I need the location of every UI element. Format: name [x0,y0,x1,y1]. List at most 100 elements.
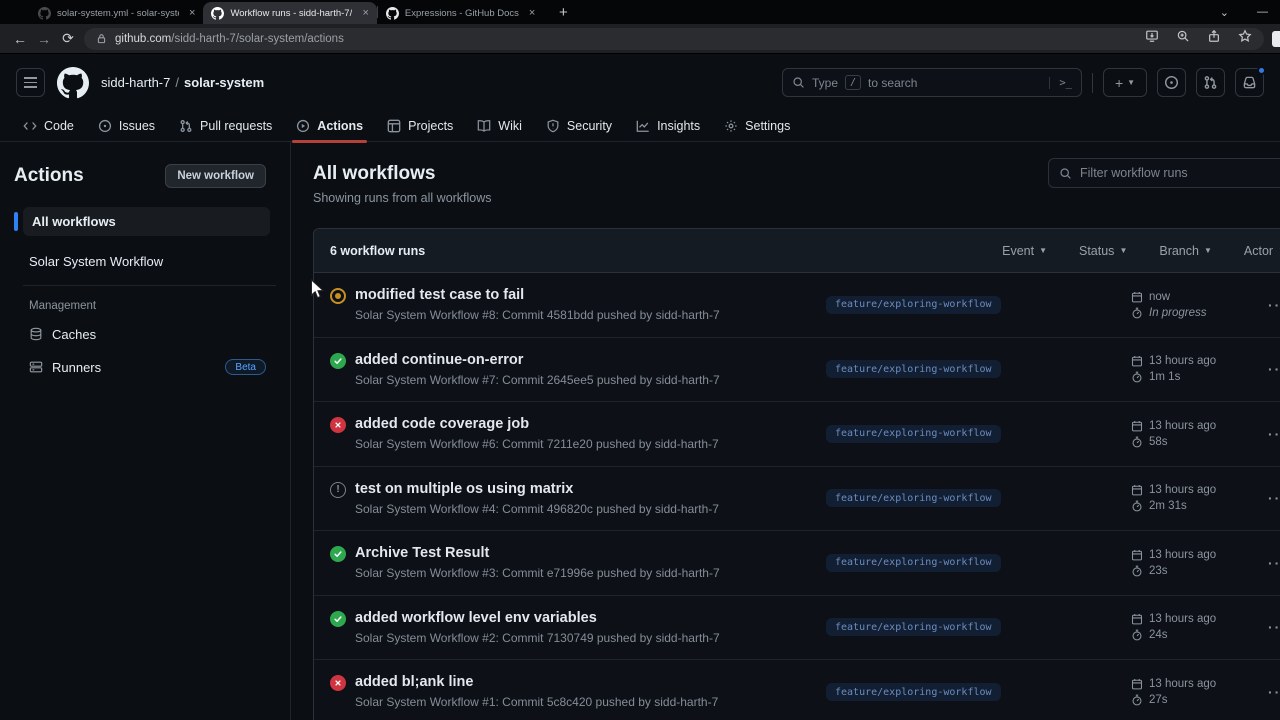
sidebar-item-caches[interactable]: Caches [29,323,266,345]
run-title-link[interactable]: added bl;ank line [355,673,718,692]
branch-badge[interactable]: feature/exploring-workflow [826,424,1001,443]
tab-close-icon[interactable]: × [362,7,368,19]
forward-button[interactable]: → [32,31,56,47]
repo-tab-actions[interactable]: Actions [287,110,372,143]
repo-tab-insights[interactable]: Insights [627,110,709,142]
repo-tab-issues[interactable]: Issues [89,110,164,142]
run-meta: Solar System Workflow #3: Commit e71996e… [355,566,720,580]
window-minimize-button[interactable]: — [1257,6,1268,19]
kebab-menu-icon[interactable]: ··· [1268,426,1280,442]
install-app-icon[interactable] [1145,29,1159,48]
stopwatch-icon [1132,307,1142,319]
repo-tab-wiki[interactable]: Wiki [468,110,531,142]
runs-count: 6 workflow runs [330,243,426,258]
create-new-button[interactable]: + ▼ [1103,68,1147,97]
workflow-run-row[interactable]: added bl;ank line Solar System Workflow … [314,660,1280,720]
repo-tab-security[interactable]: Security [537,110,621,142]
workflow-run-row[interactable]: added code coverage job Solar System Wor… [314,402,1280,467]
filter-dropdown-branch[interactable]: Branch ▼ [1159,244,1212,258]
run-title-link[interactable]: added workflow level env variables [355,609,720,628]
workflow-run-row[interactable]: added continue-on-error Solar System Wor… [314,338,1280,402]
run-title-link[interactable]: added code coverage job [355,415,719,434]
run-duration: 24s [1149,629,1168,642]
branch-badge[interactable]: feature/exploring-workflow [826,295,1001,314]
filter-dropdown-status[interactable]: Status ▼ [1079,244,1127,258]
back-button[interactable]: ← [8,31,32,47]
tab-search-icon[interactable]: ⌄ [1220,6,1229,19]
sidebar-item-solar-system-workflow[interactable]: Solar System Workflow [29,254,270,269]
repo-tab-projects[interactable]: Projects [378,110,462,142]
repo-tab-code[interactable]: Code [14,110,83,142]
workflow-run-row[interactable]: added workflow level env variables Solar… [314,596,1280,660]
run-time: 13 hours ago [1149,484,1217,497]
wiki-icon [477,119,491,133]
share-icon[interactable] [1207,29,1221,48]
kebab-menu-icon[interactable]: ··· [1268,619,1280,635]
branch-badge[interactable]: feature/exploring-workflow [826,618,1001,637]
failure-x-icon [330,417,346,433]
pull-requests-dashboard-button[interactable] [1196,68,1225,97]
browser-tab-3[interactable]: Expressions - GitHub Docs × [378,2,543,24]
issues-icon [98,119,112,133]
bookmark-star-icon[interactable] [1238,29,1252,48]
kebab-menu-icon[interactable]: ··· [1268,297,1280,313]
run-title-link[interactable]: added continue-on-error [355,351,720,370]
run-title-link[interactable]: Archive Test Result [355,544,720,563]
kebab-menu-icon[interactable]: ··· [1268,555,1280,571]
breadcrumb-owner-link[interactable]: sidd-harth-7 [101,75,170,90]
github-favicon [38,6,51,20]
sidebar-item-runners[interactable]: Runners Beta [29,356,266,378]
kebab-menu-icon[interactable]: ··· [1268,684,1280,700]
browser-tab-1[interactable]: solar-system.yml - solar-system × [30,2,203,24]
header-divider [1092,72,1093,93]
run-title-link[interactable]: test on multiple os using matrix [355,480,719,499]
tab-close-icon[interactable]: × [529,7,535,19]
zoom-icon[interactable] [1176,29,1190,48]
workflow-runs-panel-header: 6 workflow runs Event ▼ Status ▼ Branch ▼ Acto… [314,229,1280,273]
browser-tab-2-active[interactable]: Workflow runs - sidd-harth-7/so × [203,2,377,24]
tab-close-icon[interactable]: × [189,7,195,19]
filter-workflow-runs-input[interactable]: Filter workflow runs [1048,158,1280,188]
kebab-menu-icon[interactable]: ··· [1268,361,1280,377]
github-favicon [385,6,399,20]
success-check-icon [330,610,346,627]
extension-icon[interactable] [1272,30,1280,47]
reload-button[interactable]: ⟳ [56,30,80,47]
workflow-run-row[interactable]: Archive Test Result Solar System Workflo… [314,531,1280,596]
run-meta: Solar System Workflow #7: Commit 2645ee5… [355,372,720,387]
slash-keycap: / [845,75,862,90]
filter-dropdown-actor[interactable]: Actor▼ [1244,244,1280,258]
run-duration: In progress [1149,306,1207,319]
repo-nav: Code Issues Pull requests Actions Projects Wi… [0,110,1280,143]
hamburger-menu-button[interactable] [16,68,45,97]
sidebar-item-all-workflows[interactable]: All workflows [14,207,270,236]
command-palette-icon[interactable]: >_ [1049,76,1072,89]
issues-dashboard-button[interactable] [1157,68,1186,97]
branch-badge[interactable]: feature/exploring-workflow [826,489,1001,508]
github-logo-icon[interactable] [57,66,89,99]
notifications-inbox-button[interactable] [1235,66,1266,97]
branch-badge[interactable]: feature/exploring-workflow [826,553,1001,572]
workflow-run-row[interactable]: modified test case to fail Solar System … [314,273,1280,338]
branch-badge[interactable]: feature/exploring-workflow [826,360,1001,379]
run-meta: Solar System Workflow #6: Commit 7211e20… [355,437,719,451]
success-check-icon [330,352,346,369]
run-duration: 23s [1149,564,1168,577]
run-duration: 1m 1s [1149,371,1181,384]
address-bar[interactable]: github.com/sidd-harth-7/solar-system/act… [84,27,1264,50]
kebab-menu-icon[interactable]: ··· [1268,490,1280,506]
lock-icon [96,33,107,44]
new-workflow-button[interactable]: New workflow [165,164,266,188]
repo-tab-settings[interactable]: Settings [715,110,799,142]
branch-badge[interactable]: feature/exploring-workflow [826,683,1001,702]
run-title-link[interactable]: modified test case to fail [355,286,720,305]
run-time: 13 hours ago [1149,355,1217,368]
global-search-input[interactable]: Type / to search >_ [782,68,1082,97]
breadcrumb-repo-link[interactable]: solar-system [184,75,264,90]
new-tab-button[interactable]: + [553,4,573,21]
play-icon [296,119,310,133]
filter-dropdown-event[interactable]: Event ▼ [1002,244,1047,258]
workflow-run-row[interactable]: ! test on multiple os using matrix Solar… [314,467,1280,531]
repo-tab-pull-requests[interactable]: Pull requests [170,110,281,142]
calendar-icon [1131,614,1143,625]
